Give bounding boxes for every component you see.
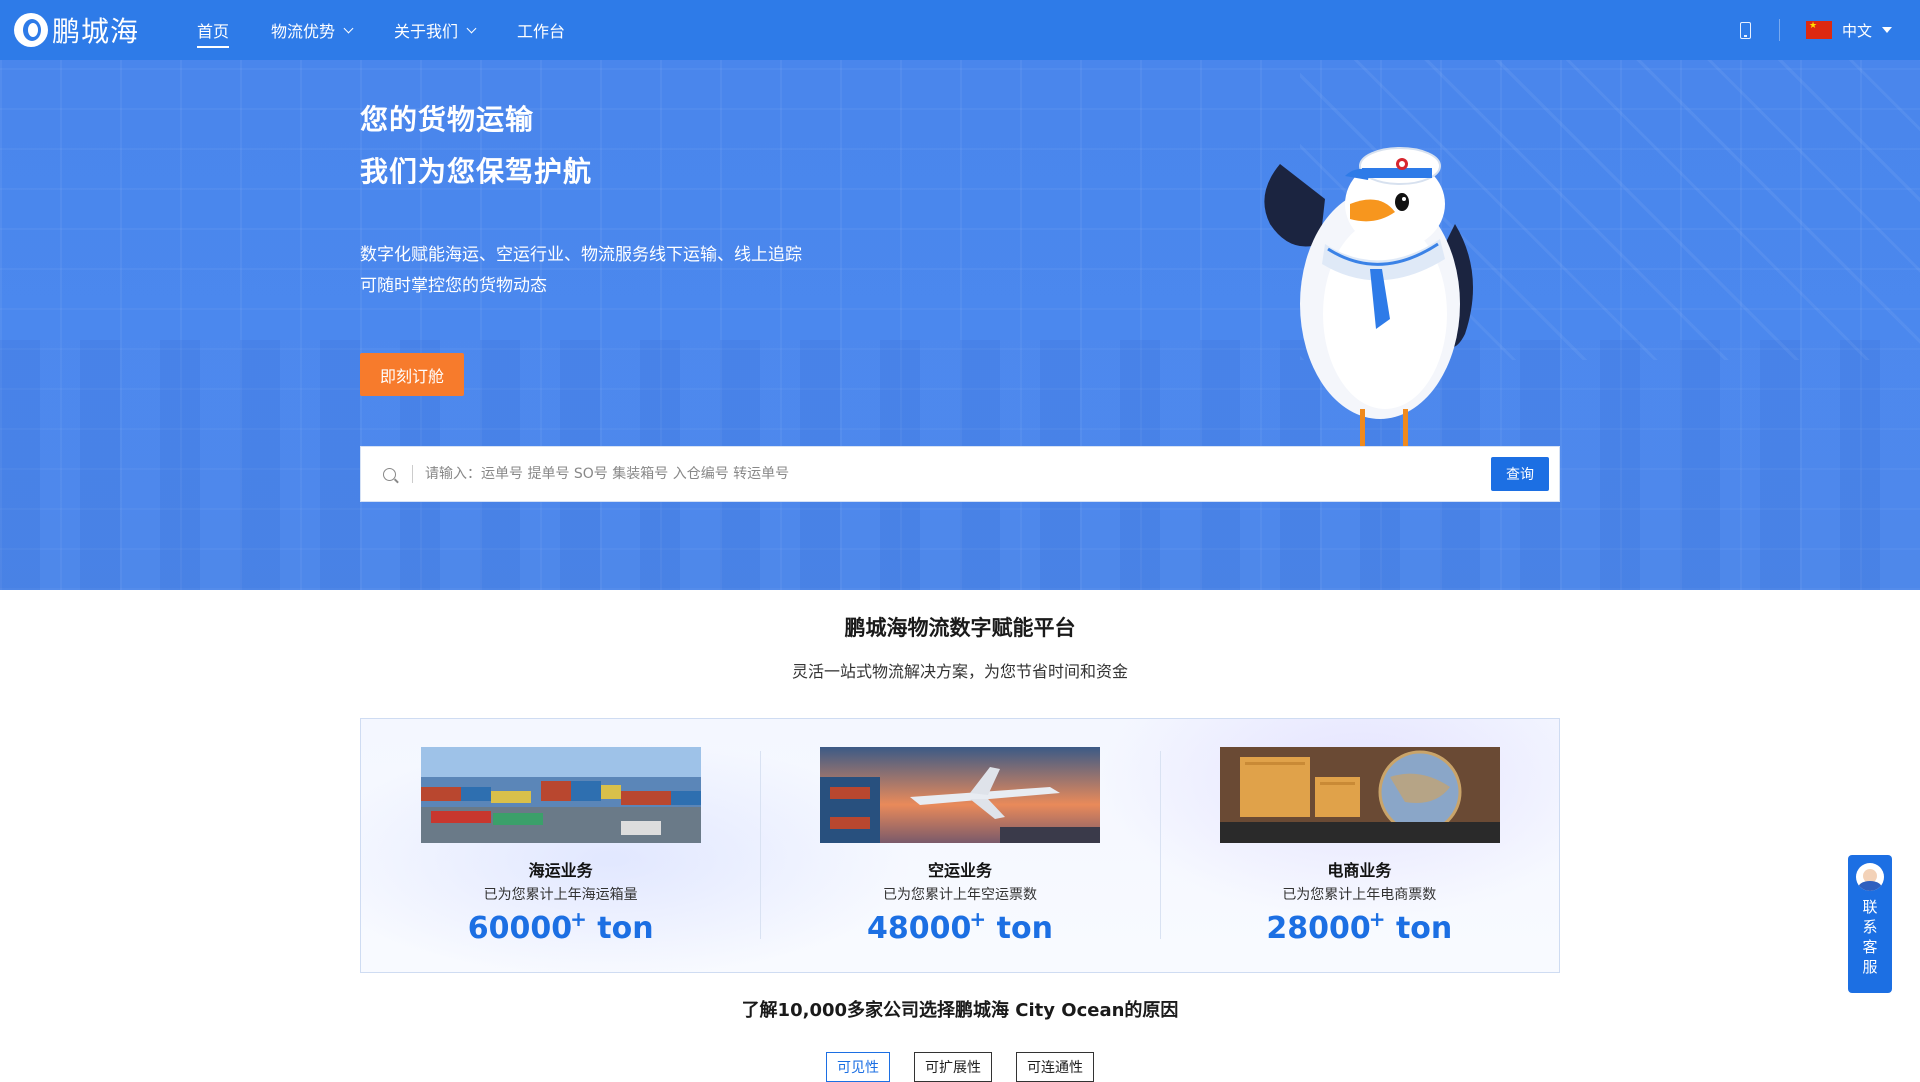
top-navbar: 鹏城海 首页 物流优势 关于我们 工作台 ★ 中文 [0,0,1920,60]
card-desc: 已为您累计上年海运箱量 [483,887,638,903]
stat-plus: + [1368,907,1386,931]
caret-down-icon[interactable] [1882,27,1892,33]
customer-service-button[interactable]: 联系客服 [1848,855,1892,993]
hero-desc-line1: 数字化赋能海运、空运行业、物流服务线下运输、线上追踪 [360,245,802,265]
nav-item-about-us[interactable]: 关于我们 [394,0,477,60]
card-name: 空运业务 [927,861,992,880]
card-stat: 48000+ ton [760,907,1159,946]
hero-title: 您的货物运输 我们为您保驾护航 [360,94,592,198]
mobile-phone-icon[interactable] [1739,21,1751,39]
hero-desc-line2: 可随时掌控您的货物动态 [360,276,547,296]
hero-title-line1: 您的货物运输 [360,103,535,136]
divider [1778,19,1780,41]
card-sea-freight[interactable]: 海运业务 已为您累计上年海运箱量 60000+ ton [361,719,760,972]
support-avatar-icon [1856,863,1884,891]
card-name: 海运业务 [528,861,593,880]
search-button[interactable]: 查询 [1491,457,1549,491]
card-stat: 60000+ ton [361,907,760,946]
nav-item-home[interactable]: 首页 [197,0,230,60]
platform-subtitle: 灵活一站式物流解决方案，为您节省时间和资金 [791,662,1128,681]
nav-item-workbench[interactable]: 工作台 [517,0,565,60]
card-name: 电商业务 [1327,861,1392,880]
platform-title: 鹏城海物流数字赋能平台 [844,616,1076,640]
stat-unit: ton [597,911,654,946]
ecommerce-image [1219,747,1500,843]
card-desc: 已为您累计上年电商票数 [1282,887,1437,903]
language-selector[interactable]: 中文 [1842,20,1872,41]
reason-tabs: 可见性 可扩展性 可连通性 [0,1052,1920,1082]
nav-right: ★ 中文 [1739,0,1892,60]
search-icon [383,467,396,481]
nav-item-label: 首页 [197,22,230,41]
card-stat: 28000+ ton [1160,907,1559,946]
sea-freight-image [421,747,701,843]
logo-icon [14,13,48,47]
stat-unit: ton [1395,911,1453,946]
card-desc: 已为您累计上年空运票数 [882,887,1037,903]
main-menu: 首页 物流优势 关于我们 工作台 [197,0,607,60]
tab-visibility[interactable]: 可见性 [826,1052,890,1082]
customer-service-label: 联系客服 [1862,898,1878,976]
stat-plus: + [969,907,987,931]
book-now-button[interactable]: 即刻订舱 [360,353,464,396]
tab-scalability[interactable]: 可扩展性 [914,1052,992,1082]
nav-item-logistics-advantages[interactable]: 物流优势 [271,0,354,60]
china-flag-icon: ★ [1805,21,1832,39]
why-title: 了解10,000多家公司选择鹏城海 City Ocean的原因 [741,1000,1179,1021]
stat-number: 48000 [867,911,972,946]
hero-title-line2: 我们为您保驾护航 [360,155,593,188]
chevron-down-icon [343,23,354,33]
stat-number: 60000 [467,911,573,946]
stat-plus: + [570,907,587,931]
card-air-freight[interactable]: 空运业务 已为您累计上年空运票数 48000+ ton [760,719,1159,972]
divider [412,465,413,483]
stat-unit: ton [996,911,1053,946]
hero-banner: 您的货物运输 我们为您保驾护航 数字化赋能海运、空运行业、物流服务线下运输、线上… [0,60,1920,590]
penguin-mascot-image [1264,147,1473,469]
nav-item-label: 关于我们 [394,22,459,41]
tracking-search-input[interactable] [425,466,1491,482]
logo-text: 鹏城海 [52,15,140,48]
nav-item-label: 物流优势 [271,22,336,41]
business-cards: 海运业务 已为您累计上年海运箱量 60000+ ton 空运业务 已为您累计上年… [360,718,1560,973]
card-ecommerce[interactable]: 电商业务 已为您累计上年电商票数 28000+ ton [1159,719,1559,972]
tracking-search-bar: 查询 [360,446,1560,502]
logo[interactable]: 鹏城海 [14,12,139,48]
chevron-down-icon [466,23,477,33]
hero-description: 数字化赋能海运、空运行业、物流服务线下运输、线上追踪 可随时掌控您的货物动态 [360,240,802,302]
nav-item-label: 工作台 [517,22,566,41]
tab-connectivity[interactable]: 可连通性 [1016,1052,1094,1082]
stat-number: 28000 [1266,911,1371,946]
air-freight-image [820,747,1101,843]
